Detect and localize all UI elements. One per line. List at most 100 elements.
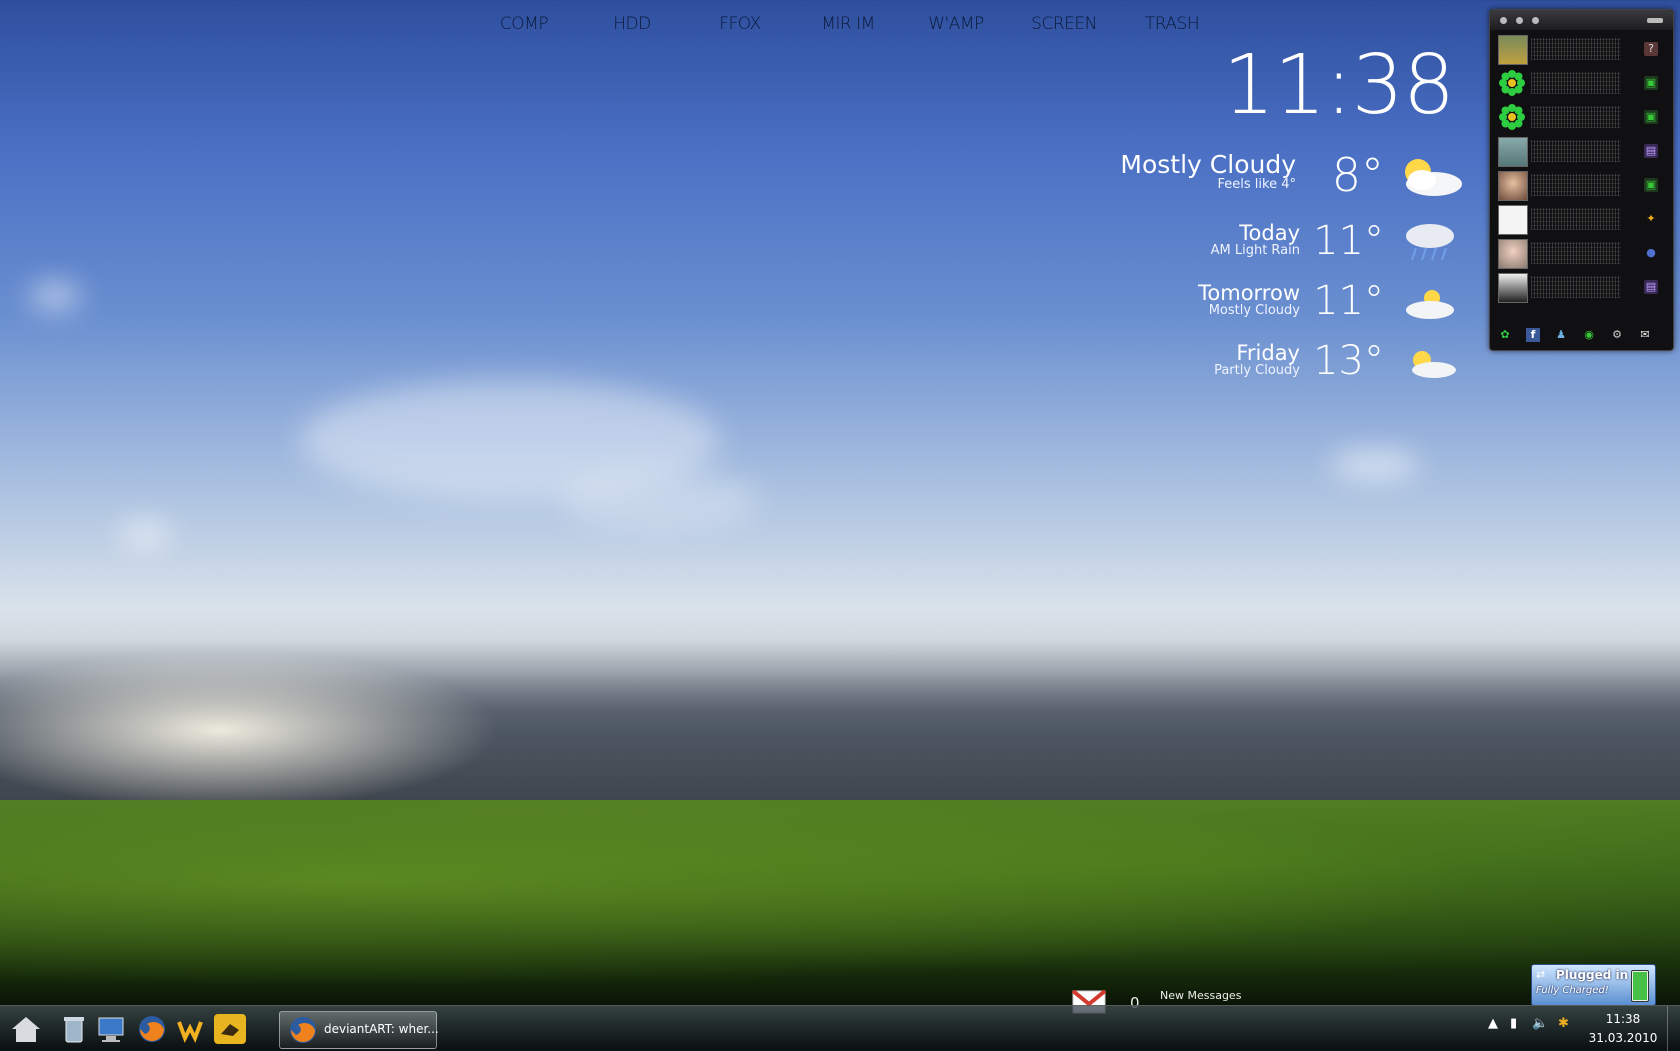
- icq-flower-icon: [1499, 104, 1525, 130]
- forecast-today-temp: 11°: [1313, 218, 1384, 264]
- tray-date[interactable]: 31.03.2010: [1580, 1031, 1666, 1045]
- taskbar-window-button[interactable]: deviantART: wher...: [279, 1011, 439, 1049]
- contact-row[interactable]: ▣: [1498, 102, 1666, 133]
- plug-icon: ⇄: [1536, 968, 1546, 981]
- tray-time[interactable]: 11:38: [1580, 1012, 1666, 1026]
- battery-level: [1633, 972, 1647, 1000]
- nav-screen[interactable]: SCREEN: [1010, 14, 1118, 34]
- bw-photo-avatar: [1498, 273, 1528, 303]
- online-status-icon: ▣: [1644, 178, 1658, 192]
- icq-icon[interactable]: ✿: [1498, 328, 1512, 342]
- signal-icon[interactable]: ▮: [1510, 1016, 1517, 1031]
- contact-name-noise: [1531, 38, 1621, 60]
- battery-subtitle: Fully Charged!: [1536, 985, 1609, 996]
- no-photo-avatar: [1498, 137, 1528, 167]
- weather-current: Mostly Cloudy Feels like 4°: [1120, 152, 1296, 192]
- sun-cloud-icon: [1412, 351, 1456, 378]
- contact-row[interactable]: ●: [1498, 238, 1666, 269]
- nav-wamp[interactable]: W'AMP: [902, 14, 1010, 34]
- online-status-icon: ▣: [1644, 76, 1658, 90]
- contact-name-noise: [1531, 208, 1621, 230]
- chat-icon[interactable]: ◉: [1582, 328, 1596, 342]
- contact-row[interactable]: ▤: [1498, 136, 1666, 167]
- facebook-icon[interactable]: f: [1526, 328, 1540, 342]
- contact-row[interactable]: ▣: [1498, 68, 1666, 99]
- nav-hdd[interactable]: HDD: [578, 14, 686, 34]
- nav-comp[interactable]: COMP: [470, 14, 578, 34]
- recycle-bin-icon[interactable]: [58, 1014, 90, 1044]
- forecast-day: Today: [1239, 221, 1300, 245]
- taskbar: deviantART: wher... ▲ ▮ 🔈 ✱ 11:38 31.03.…: [0, 1005, 1680, 1051]
- computer-icon[interactable]: [96, 1014, 128, 1044]
- message-icon[interactable]: ✉: [1638, 328, 1652, 342]
- maximize-dot-icon[interactable]: [1532, 17, 1539, 24]
- messenger-contact-list: ? ▣ ▣ ▤ ▣ ✦ ● ▤ ✿ f ♟ ◉ ⚙ ✉: [1489, 9, 1674, 351]
- weather-feels-like: Feels like 4°: [1217, 177, 1296, 192]
- miranda-icon[interactable]: [214, 1014, 246, 1044]
- contact-row[interactable]: ?: [1498, 34, 1666, 65]
- gmail-label: New Messages: [1160, 989, 1242, 1002]
- icq-flower-icon: [1499, 70, 1525, 96]
- contact-row[interactable]: ▤: [1498, 272, 1666, 303]
- nav-trash[interactable]: TRASH: [1118, 14, 1226, 34]
- contact-name-noise: [1531, 106, 1621, 128]
- forecast-tomorrow: Tomorrow Mostly Cloudy: [1198, 282, 1300, 318]
- firefox-icon[interactable]: [136, 1014, 168, 1044]
- messenger-footer: ✿ f ♟ ◉ ⚙ ✉: [1496, 316, 1667, 346]
- show-desktop-button[interactable]: [1667, 1006, 1680, 1051]
- cloud: [1330, 450, 1420, 480]
- forecast-condition: Mostly Cloudy: [1208, 303, 1300, 318]
- contact-icon[interactable]: ♟: [1554, 328, 1568, 342]
- grass-field: [0, 800, 1680, 1005]
- forecast-friday-temp: 13°: [1313, 338, 1384, 384]
- face-photo-avatar: [1498, 171, 1528, 201]
- contact-row[interactable]: ▣: [1498, 170, 1666, 201]
- volume-icon[interactable]: 🔈: [1532, 1016, 1548, 1031]
- away-status-icon: ▤: [1644, 280, 1658, 294]
- collapse-icon[interactable]: [1647, 18, 1663, 23]
- tray-expand-icon[interactable]: ▲: [1488, 1016, 1498, 1031]
- contact-name-noise: [1531, 174, 1621, 196]
- unknown-status-icon: ?: [1644, 42, 1658, 56]
- puma-logo-avatar: [1498, 205, 1528, 235]
- home-icon[interactable]: [10, 1014, 42, 1044]
- contact-name-noise: [1531, 72, 1621, 94]
- nav-mir-im[interactable]: MIR IM: [794, 14, 902, 34]
- forecast-friday: Friday Partly Cloudy: [1214, 342, 1300, 378]
- top-launcher: COMP HDD FFOX MIR IM W'AMP SCREEN TRASH: [470, 14, 1226, 34]
- battery-icon: [1631, 970, 1649, 1002]
- aim-status-icon: ✦: [1646, 212, 1656, 225]
- contact-row[interactable]: ✦: [1498, 204, 1666, 235]
- minimize-dot-icon[interactable]: [1516, 17, 1523, 24]
- forecast-day: Tomorrow: [1198, 281, 1300, 305]
- window-title: deviantART: wher...: [324, 1022, 439, 1036]
- battery-notification[interactable]: ⇄ Plugged in Fully Charged!: [1531, 964, 1656, 1006]
- away-status-icon: ▤: [1644, 144, 1658, 158]
- car-avatar: [1498, 35, 1528, 65]
- winamp-icon[interactable]: [174, 1014, 206, 1044]
- forecast-condition: AM Light Rain: [1210, 243, 1300, 258]
- miranda-tray-icon[interactable]: ✱: [1558, 1016, 1569, 1031]
- cloud: [30, 282, 80, 310]
- weather-condition: Mostly Cloudy: [1120, 150, 1296, 179]
- forecast-day: Friday: [1236, 341, 1300, 365]
- close-dot-icon[interactable]: [1500, 17, 1507, 24]
- cloud: [560, 470, 760, 530]
- weather-current-temp: 8°: [1331, 148, 1384, 202]
- messenger-titlebar[interactable]: [1490, 10, 1673, 30]
- contact-name-noise: [1531, 242, 1621, 264]
- contact-name-noise: [1531, 140, 1621, 162]
- cloud-sun-icon: [1406, 290, 1454, 319]
- forecast-tomorrow-temp: 11°: [1313, 278, 1384, 324]
- girl-photo-avatar: [1498, 239, 1528, 269]
- rain-cloud-icon: [1406, 224, 1454, 261]
- battery-title: Plugged in: [1556, 968, 1629, 982]
- multi-status-icon: ●: [1646, 246, 1656, 259]
- desktop-clock: 11:38: [1222, 38, 1455, 133]
- partly-cloudy-icon: [1405, 159, 1462, 196]
- nav-ffox[interactable]: FFOX: [686, 14, 794, 34]
- cloud: [120, 520, 170, 548]
- forecast-condition: Partly Cloudy: [1214, 363, 1300, 378]
- settings-icon[interactable]: ⚙: [1610, 328, 1624, 342]
- forecast-today: Today AM Light Rain: [1211, 222, 1300, 258]
